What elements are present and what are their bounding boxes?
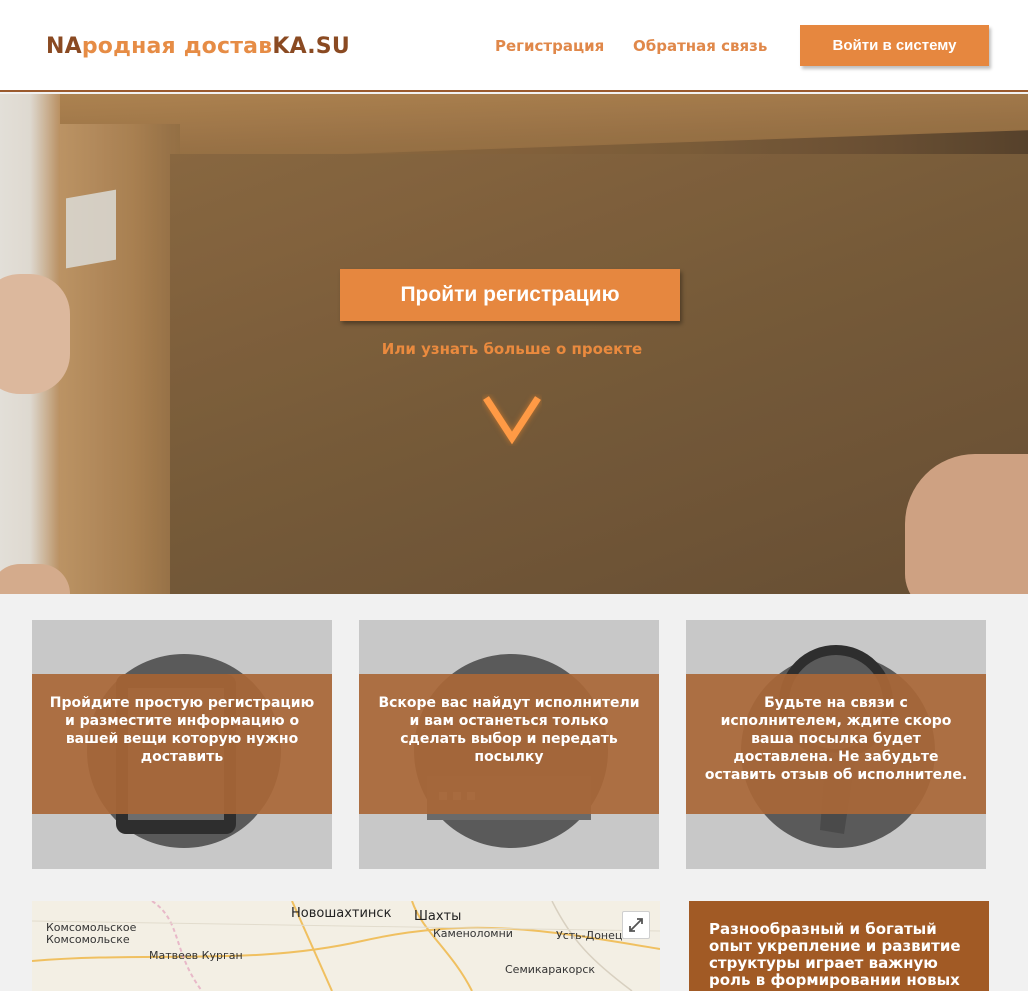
login-button[interactable]: Войти в систему bbox=[800, 25, 989, 66]
info-box: Разнообразный и богатый опыт укрепление … bbox=[689, 901, 989, 991]
nav-registration-link[interactable]: Регистрация bbox=[495, 37, 604, 55]
learn-more-link[interactable]: Или узнать больше о проекте bbox=[340, 340, 684, 358]
feature-card-contact: Будьте на связи с исполнителем, ждите ск… bbox=[686, 620, 986, 869]
register-cta-button[interactable]: Пройти регистрацию bbox=[340, 269, 680, 321]
feature-card-executors: Вскоре вас найдут исполнители и вам оста… bbox=[359, 620, 659, 869]
map-label: Шахты bbox=[414, 909, 462, 924]
chevron-down-icon[interactable] bbox=[482, 394, 542, 446]
feature-text: Вскоре вас найдут исполнители и вам оста… bbox=[378, 695, 640, 765]
map-label: Новошахтинск bbox=[291, 906, 392, 921]
feature-card-register: Пройдите простую регистрацию и разместит… bbox=[32, 620, 332, 869]
nav-feedback-link[interactable]: Обратная связь bbox=[633, 37, 767, 55]
expand-map-button[interactable] bbox=[622, 911, 650, 939]
site-logo[interactable]: NAродная доставKA.SU bbox=[46, 34, 350, 59]
logo-part-na: NA bbox=[46, 34, 82, 59]
map-label: Каменоломни bbox=[433, 927, 513, 940]
feature-text: Будьте на связи с исполнителем, ждите ск… bbox=[704, 695, 968, 783]
map-label: Комсомольске bbox=[46, 933, 130, 946]
map-widget[interactable]: Комсомольское Комсомольске Новошахтинск … bbox=[32, 901, 660, 991]
site-header: NAродная доставKA.SU Регистрация Обратна… bbox=[0, 0, 1028, 92]
info-text: Разнообразный и богатый опыт укрепление … bbox=[709, 920, 961, 989]
feature-text: Пройдите простую регистрацию и разместит… bbox=[49, 695, 315, 765]
hero-banner: Пройти регистрацию Или узнать больше о п… bbox=[0, 94, 1028, 594]
map-label: Семикаракорск bbox=[505, 963, 596, 976]
logo-part-middle: родная достав bbox=[81, 34, 273, 59]
expand-icon bbox=[629, 918, 643, 932]
logo-part-ka-su: KA.SU bbox=[272, 34, 350, 59]
map-label: Матвеев Курган bbox=[149, 949, 243, 962]
